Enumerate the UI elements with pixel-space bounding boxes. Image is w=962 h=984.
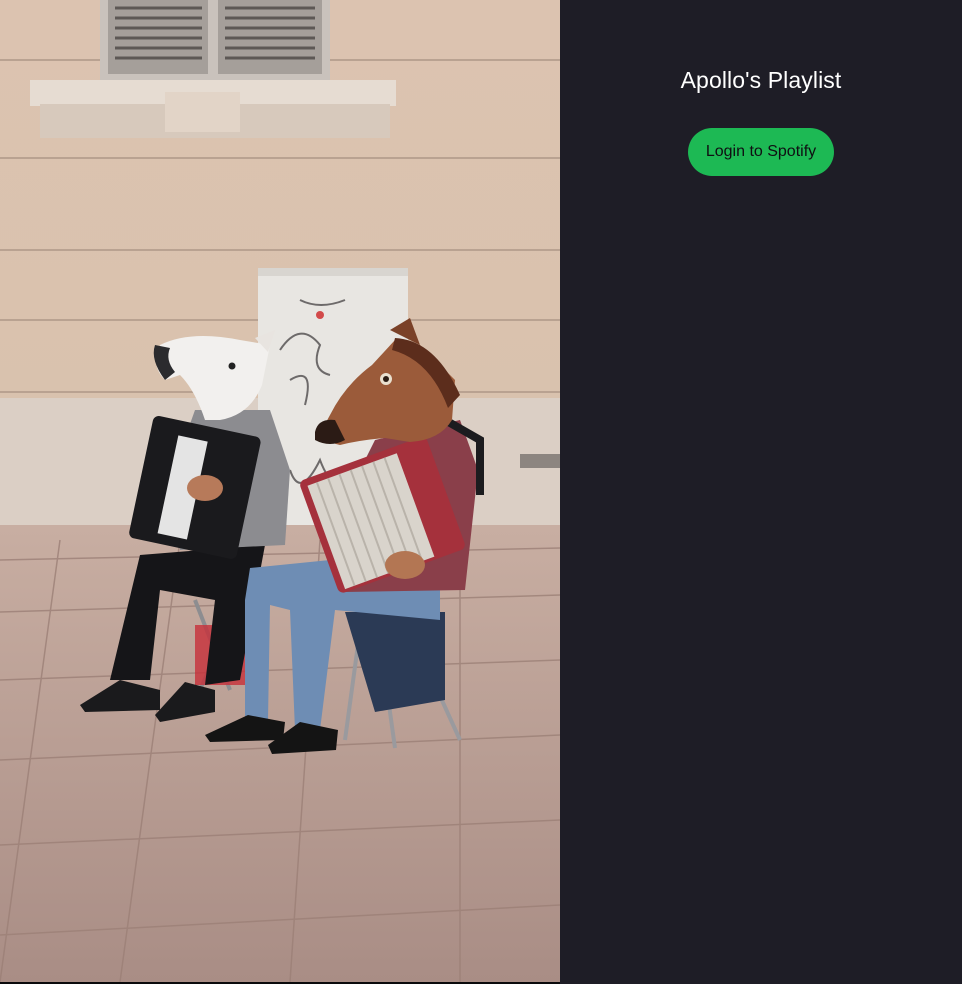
login-spotify-button[interactable]: Login to Spotify [688, 128, 834, 176]
app-title: Apollo's Playlist [680, 67, 842, 93]
hero-photo [0, 0, 560, 982]
login-panel: Apollo's Playlist Login to Spotify [560, 0, 962, 984]
login-page: Apollo's Playlist Login to Spotify [0, 0, 962, 984]
street-musicians-photo [0, 0, 560, 982]
